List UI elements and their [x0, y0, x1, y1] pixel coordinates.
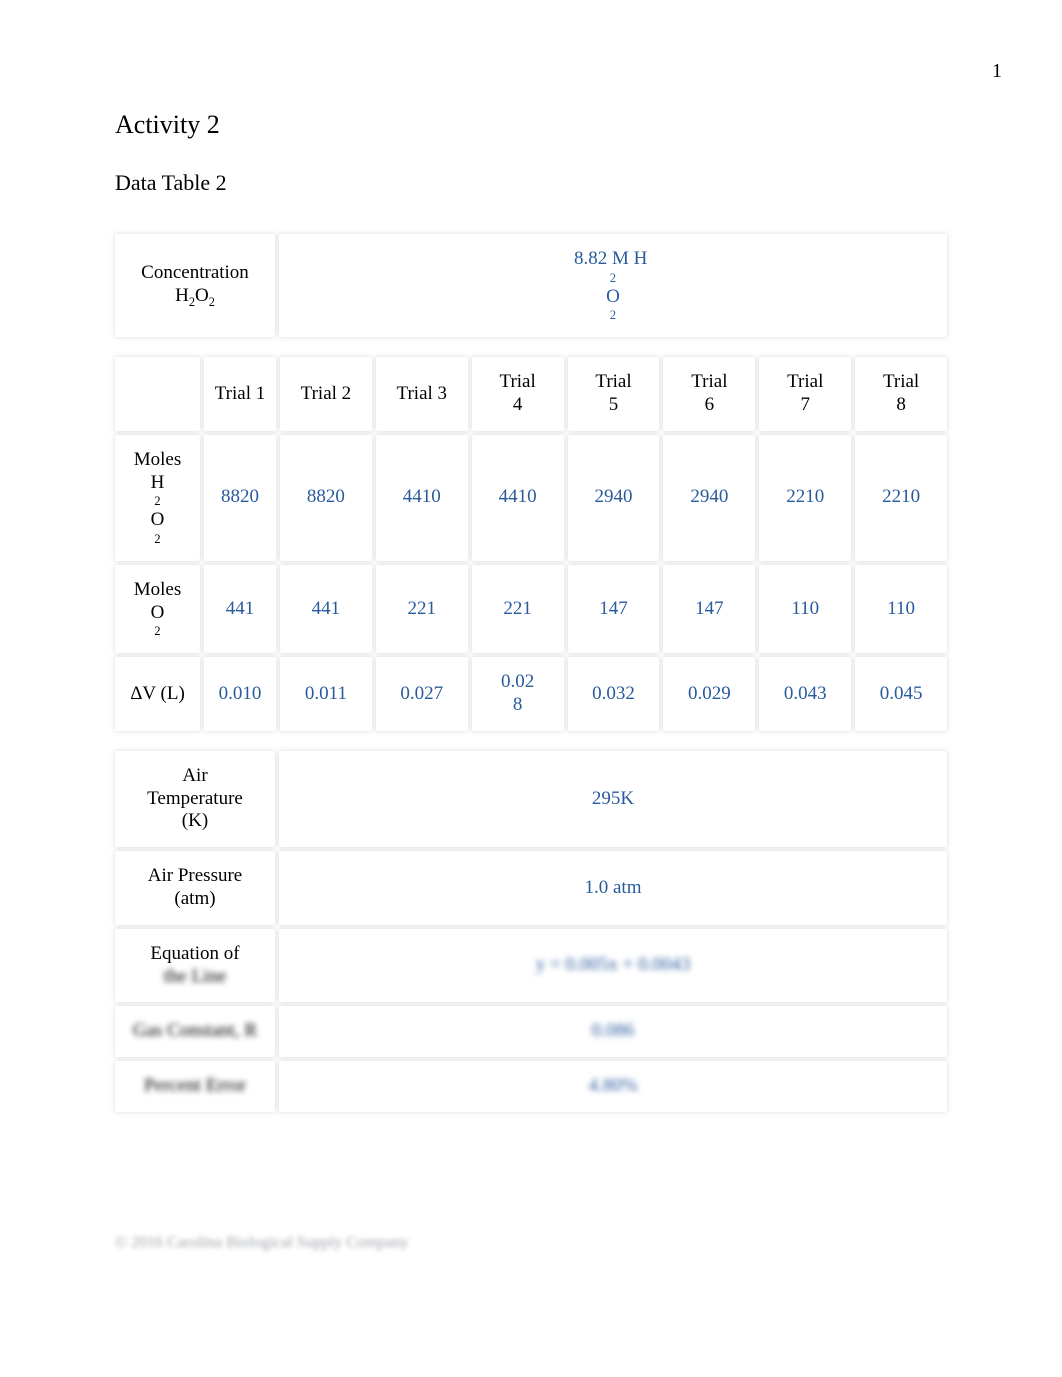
page-number: 1: [992, 60, 1002, 83]
trial-header: Trial4: [472, 357, 564, 431]
empty-header-cell: [115, 357, 200, 431]
cell-value: 110: [855, 565, 947, 653]
cell-value: 147: [663, 565, 755, 653]
table-row: MolesH2O2 8820 8820 4410 4410 2940 2940 …: [115, 435, 947, 561]
activity-title: Activity 2: [115, 110, 947, 140]
copyright-footer: © 2016 Carolina Biological Supply Compan…: [115, 1234, 408, 1252]
equation-label: Equation of the Line: [115, 929, 275, 1003]
cell-value: 8820: [280, 435, 372, 561]
concentration-label: ConcentrationH2O2: [115, 234, 275, 337]
cell-value: 0.032: [568, 657, 660, 731]
cell-value: 0.027: [376, 657, 468, 731]
cell-value: 221: [472, 565, 564, 653]
trial-header: Trial5: [568, 357, 660, 431]
cell-value: 0.028: [472, 657, 564, 731]
trial-header: Trial7: [759, 357, 851, 431]
cell-value: 0.029: [663, 657, 755, 731]
row-label-moles-o2: MolesO2: [115, 565, 200, 653]
percent-error-label: Percent Error: [115, 1061, 275, 1112]
trial-header: Trial 1: [204, 357, 276, 431]
equation-row: Equation of the Line y = 0.005x + 0.0043: [115, 929, 947, 1003]
cell-value: 0.043: [759, 657, 851, 731]
cell-value: 0.010: [204, 657, 276, 731]
trial-header: Trial 3: [376, 357, 468, 431]
air-pressure-value: 1.0 atm: [279, 851, 947, 925]
cell-value: 221: [376, 565, 468, 653]
air-temperature-value: 295K: [279, 751, 947, 847]
table-row: ΔV (L) 0.010 0.011 0.027 0.028 0.032 0.0…: [115, 657, 947, 731]
cell-value: 2210: [759, 435, 851, 561]
row-label-delta-v: ΔV (L): [115, 657, 200, 731]
summary-table: AirTemperature(K) 295K Air Pressure(atm)…: [115, 751, 947, 1112]
air-pressure-label: Air Pressure(atm): [115, 851, 275, 925]
cell-value: 0.045: [855, 657, 947, 731]
trials-header-row: Trial 1 Trial 2 Trial 3 Trial4 Trial5 Tr…: [115, 357, 947, 431]
cell-value: 441: [280, 565, 372, 653]
cell-value: 110: [759, 565, 851, 653]
percent-error-value: 4.80%: [279, 1061, 947, 1112]
trials-table: Trial 1 Trial 2 Trial 3 Trial4 Trial5 Tr…: [115, 357, 947, 731]
cell-value: 2940: [568, 435, 660, 561]
gas-constant-row: Gas Constant, R 0.086: [115, 1006, 947, 1057]
cell-value: 2940: [663, 435, 755, 561]
gas-constant-label: Gas Constant, R: [115, 1006, 275, 1057]
cell-value: 147: [568, 565, 660, 653]
trial-header: Trial6: [663, 357, 755, 431]
equation-label-blurred: the Line: [164, 966, 227, 989]
table-row: MolesO2 441 441 221 221 147 147 110 110: [115, 565, 947, 653]
concentration-row: ConcentrationH2O2 8.82 M H 2O2: [115, 234, 947, 337]
row-label-moles-h2o2: MolesH2O2: [115, 435, 200, 561]
air-pressure-row: Air Pressure(atm) 1.0 atm: [115, 851, 947, 925]
equation-value: y = 0.005x + 0.0043: [279, 929, 947, 1003]
equation-label-visible: Equation of: [150, 943, 239, 966]
trial-header: Trial 2: [280, 357, 372, 431]
cell-value: 8820: [204, 435, 276, 561]
data-table-title: Data Table 2: [115, 170, 947, 196]
cell-value: 441: [204, 565, 276, 653]
air-temp-row: AirTemperature(K) 295K: [115, 751, 947, 847]
cell-value: 4410: [376, 435, 468, 561]
cell-value: 4410: [472, 435, 564, 561]
concentration-value: 8.82 M H 2O2: [279, 234, 947, 337]
document-content: Activity 2 Data Table 2 ConcentrationH2O…: [0, 0, 1062, 1112]
cell-value: 0.011: [280, 657, 372, 731]
cell-value: 2210: [855, 435, 947, 561]
air-temperature-label: AirTemperature(K): [115, 751, 275, 847]
percent-error-row: Percent Error 4.80%: [115, 1061, 947, 1112]
gas-constant-value: 0.086: [279, 1006, 947, 1057]
trial-header: Trial8: [855, 357, 947, 431]
